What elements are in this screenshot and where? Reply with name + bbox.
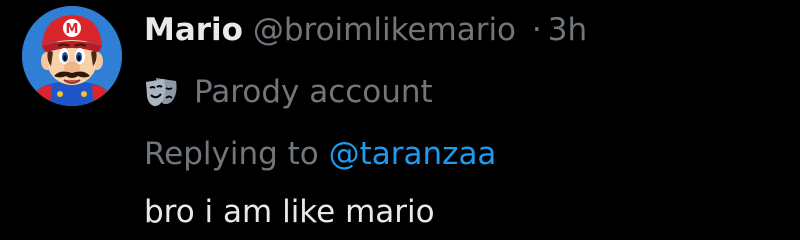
replying-to-prefix: Replying to [144, 136, 329, 172]
parody-label: Parody account [144, 72, 433, 112]
parody-label-text: Parody account [194, 74, 433, 110]
parody-mask-icon [144, 76, 180, 108]
tweet-text: bro i am like mario [144, 194, 435, 230]
avatar[interactable]: M [22, 6, 122, 106]
reply-mention-link[interactable]: @taranzaa [329, 136, 497, 172]
user-handle[interactable]: @broimlikemario [253, 12, 516, 48]
header-separator: · [531, 12, 542, 48]
mario-avatar-image: M [22, 6, 122, 106]
svg-text:M: M [66, 22, 79, 37]
tweet-header: Mario @broimlikemario · 3h [144, 10, 587, 50]
display-name[interactable]: Mario [144, 12, 243, 48]
replying-to: Replying to @taranzaa [144, 134, 496, 174]
tweet[interactable]: M Mario @broimlikemario · 3h Parody acco… [0, 0, 800, 240]
timestamp[interactable]: 3h [548, 12, 587, 48]
